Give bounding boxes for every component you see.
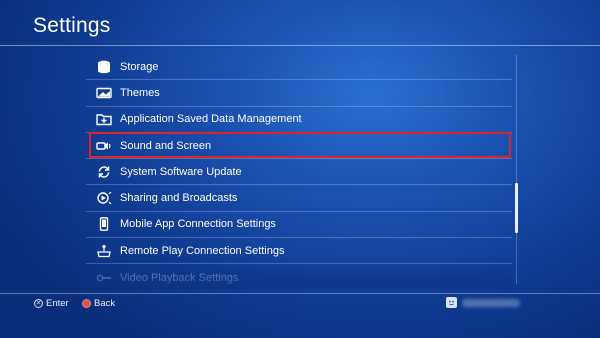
menu-item-sound-and-screen[interactable]: Sound and Screen xyxy=(86,133,512,160)
menu-item-saved-data[interactable]: Application Saved Data Management xyxy=(86,107,512,133)
user-indicator xyxy=(446,297,520,308)
menu-item-themes[interactable]: Themes xyxy=(86,80,512,107)
enter-label: Enter xyxy=(46,298,69,309)
menu-item-label: Sound and Screen xyxy=(120,139,212,152)
menu-item-system-update[interactable]: System Software Update xyxy=(86,159,512,186)
menu-item-label: Sharing and Broadcasts xyxy=(120,192,238,205)
enter-hint[interactable]: ✕ Enter xyxy=(34,298,69,309)
video-playback-icon xyxy=(95,271,113,285)
menu-item-label: Mobile App Connection Settings xyxy=(120,218,276,231)
menu-item-label: Storage xyxy=(120,60,159,73)
cross-button-icon: ✕ xyxy=(34,299,43,308)
remote-play-icon xyxy=(95,244,113,258)
back-hint[interactable]: Back xyxy=(82,298,115,309)
menu-item-sharing[interactable]: Sharing and Broadcasts xyxy=(86,185,512,212)
themes-icon xyxy=(95,86,113,100)
footer-bar: ✕ Enter Back xyxy=(0,293,600,338)
scrollbar-track[interactable] xyxy=(516,55,517,284)
page-title: Settings xyxy=(33,14,111,37)
circle-button-icon xyxy=(82,299,91,308)
sharing-icon xyxy=(95,191,113,205)
menu-item-label: Video Playback Settings xyxy=(120,271,239,284)
mobile-icon xyxy=(95,217,113,232)
menu-item-label: System Software Update xyxy=(120,165,242,178)
sound-screen-icon xyxy=(95,139,113,153)
menu-item-remote-play[interactable]: Remote Play Connection Settings xyxy=(86,238,512,265)
settings-menu: Storage Themes Application Saved Data Ma… xyxy=(86,54,512,291)
avatar-icon xyxy=(446,297,457,308)
title-divider xyxy=(0,45,600,46)
storage-icon xyxy=(95,60,113,74)
update-icon xyxy=(95,165,113,179)
menu-item-label: Themes xyxy=(120,86,160,99)
menu-item-mobile-app[interactable]: Mobile App Connection Settings xyxy=(86,212,512,239)
menu-item-video-playback[interactable]: Video Playback Settings xyxy=(86,264,512,290)
back-label: Back xyxy=(94,298,116,309)
saved-data-icon xyxy=(95,112,113,126)
menu-item-label: Remote Play Connection Settings xyxy=(120,244,285,257)
menu-item-storage[interactable]: Storage xyxy=(86,54,512,81)
blurred-username xyxy=(462,298,520,307)
scrollbar-thumb[interactable] xyxy=(515,183,518,233)
menu-item-label: Application Saved Data Management xyxy=(120,113,302,126)
